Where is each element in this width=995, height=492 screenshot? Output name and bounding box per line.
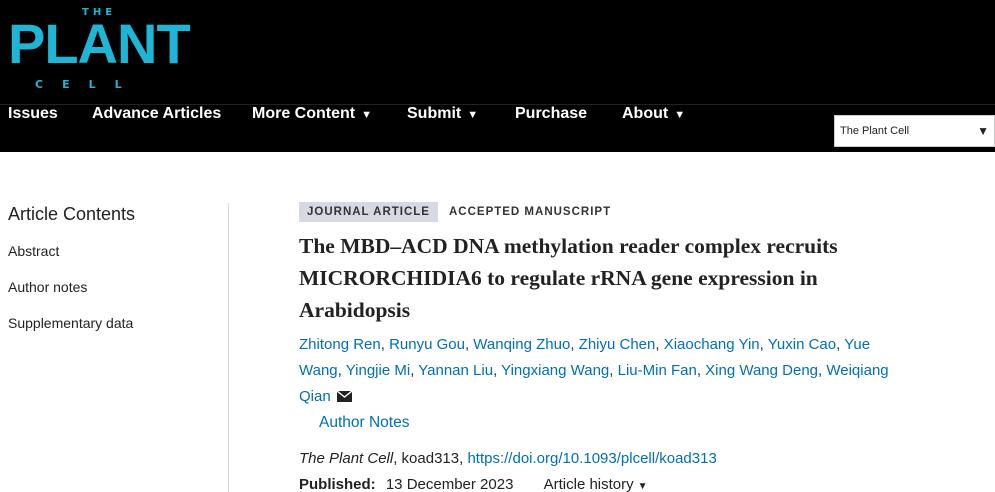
sidebar-item-supplementary-data[interactable]: Supplementary data bbox=[8, 313, 228, 349]
logo-plant: PLANT bbox=[8, 12, 191, 75]
nav-issues[interactable]: Issues bbox=[8, 105, 58, 153]
chevron-down-icon: ▼ bbox=[674, 109, 686, 121]
author-link[interactable]: Zhiyu Chen bbox=[579, 336, 656, 353]
article-title: The MBD–ACD DNA methylation reader compl… bbox=[299, 234, 838, 322]
sidebar-item-author-notes[interactable]: Author notes bbox=[8, 277, 228, 313]
article-badges: JOURNAL ARTICLE ACCEPTED MANUSCRIPT bbox=[299, 202, 979, 222]
nav-more-content[interactable]: More Content ▼ bbox=[252, 105, 372, 153]
article-id: , koad313, bbox=[393, 450, 468, 467]
published-line: Published: 13 December 2023 Article hist… bbox=[299, 472, 979, 492]
sidebar-title: Article Contents bbox=[8, 204, 136, 224]
article-header: JOURNAL ARTICLE ACCEPTED MANUSCRIPT The … bbox=[299, 202, 979, 492]
doi-link[interactable]: https://doi.org/10.1093/plcell/koad313 bbox=[467, 450, 716, 467]
journal-name: The Plant Cell bbox=[299, 450, 394, 467]
nav-purchase[interactable]: Purchase bbox=[515, 105, 587, 153]
author-notes-link[interactable]: Author Notes bbox=[319, 410, 979, 436]
author-link[interactable]: Liu-Min Fan bbox=[618, 362, 697, 379]
chevron-down-icon: ▼ bbox=[467, 109, 479, 121]
author-link[interactable]: Yuxin Cao bbox=[768, 336, 836, 353]
author-list: Zhitong Ren, Runyu Gou, Wanqing Zhuo, Zh… bbox=[299, 336, 889, 405]
journal-select[interactable]: The Plant Cell ▼ bbox=[834, 115, 995, 147]
plant-cell-logo[interactable]: THE PLANT CELL bbox=[8, 4, 191, 96]
chevron-down-icon: ▼ bbox=[361, 109, 372, 121]
citation-line: The Plant Cell, koad313, https://doi.org… bbox=[299, 446, 979, 472]
logo-cell: CELL bbox=[35, 78, 141, 91]
envelope-icon[interactable] bbox=[336, 391, 352, 402]
author-link[interactable]: Xiaochang Yin bbox=[664, 336, 760, 353]
author-link[interactable]: Runyu Gou bbox=[389, 336, 465, 353]
published-label: Published: bbox=[299, 476, 376, 492]
nav-submit[interactable]: Submit ▼ bbox=[407, 105, 478, 153]
sidebar-divider bbox=[228, 203, 229, 492]
author-link[interactable]: Yingjie Mi bbox=[346, 362, 410, 379]
chevron-down-icon: ▼ bbox=[977, 124, 989, 138]
nav-about[interactable]: About ▼ bbox=[622, 105, 685, 153]
author-link[interactable]: Yingxiang Wang bbox=[501, 362, 609, 379]
chevron-down-icon: ▼ bbox=[637, 481, 648, 492]
main-nav: Issues Advance Articles More Content ▼ Su… bbox=[0, 104, 995, 152]
article-history-toggle[interactable]: Article history ▼ bbox=[544, 476, 648, 492]
nav-advance-articles[interactable]: Advance Articles bbox=[92, 105, 221, 153]
sidebar-item-abstract[interactable]: Abstract bbox=[8, 241, 228, 277]
article-status-badge: ACCEPTED MANUSCRIPT bbox=[448, 206, 612, 218]
masthead: THE PLANT CELL bbox=[0, 0, 995, 104]
article-type-badge: JOURNAL ARTICLE bbox=[299, 202, 438, 222]
author-link[interactable]: Xing Wang Deng bbox=[705, 362, 818, 379]
author-link[interactable]: Wanqing Zhuo bbox=[473, 336, 570, 353]
author-link[interactable]: Yannan Liu bbox=[418, 362, 493, 379]
author-link[interactable]: Zhitong Ren bbox=[299, 336, 381, 353]
published-date: 13 December 2023 bbox=[385, 476, 514, 492]
article-contents-sidebar: Article Contents Abstract Author notes S… bbox=[8, 204, 228, 349]
